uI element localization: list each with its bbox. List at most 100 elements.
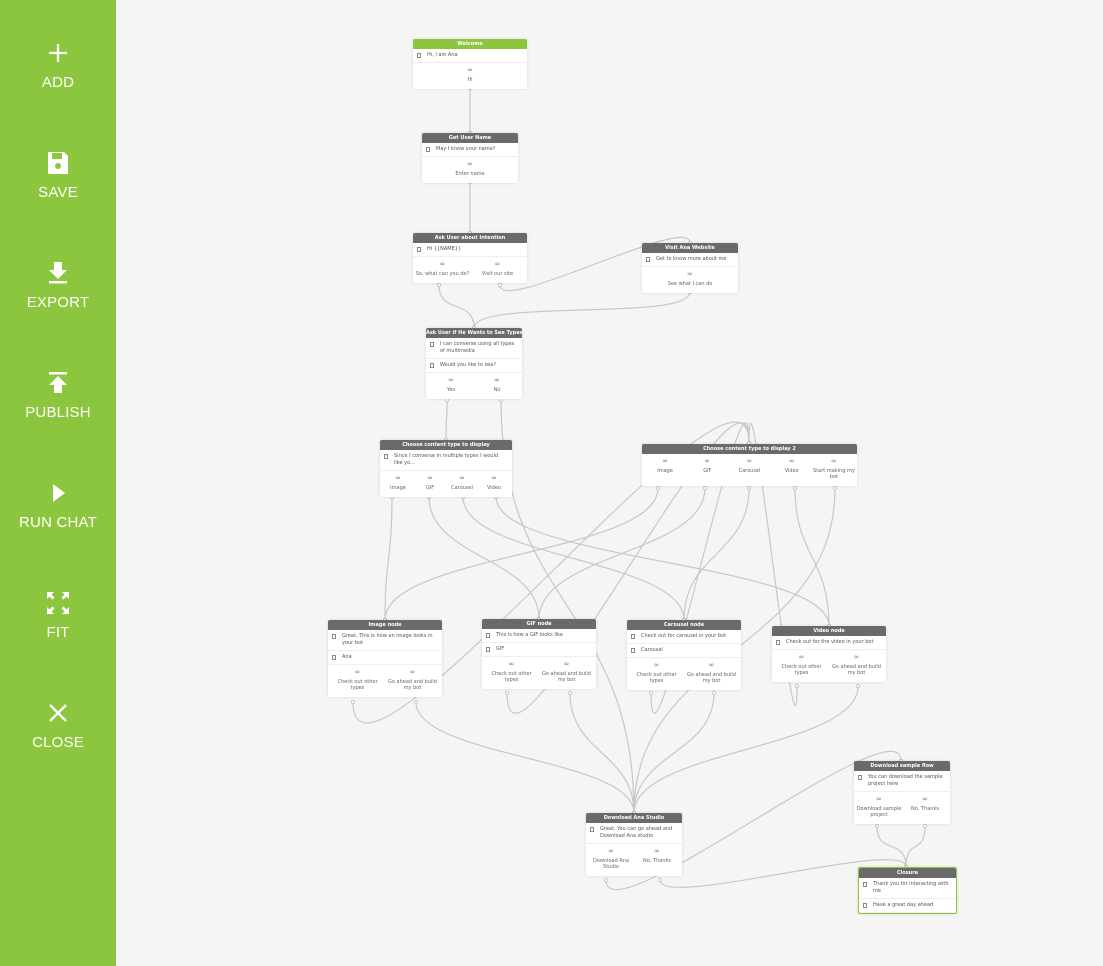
connection-port[interactable] <box>656 486 660 490</box>
node-button[interactable]: ∞ No, Thanks <box>902 796 948 818</box>
close-button[interactable]: CLOSE <box>0 698 116 778</box>
text-icon <box>426 147 430 152</box>
fit-button[interactable]: FIT <box>0 588 116 668</box>
link-icon: ∞ <box>427 474 433 482</box>
edge-line <box>415 701 635 814</box>
connection-port[interactable] <box>747 486 751 490</box>
node-title: Welcome <box>413 39 527 49</box>
node-button[interactable]: ∞ Go ahead and build my bot <box>829 653 884 677</box>
node-button[interactable]: ∞ Hi <box>415 67 525 84</box>
connection-port[interactable] <box>712 691 716 695</box>
connection-port[interactable] <box>856 684 860 688</box>
node-text: Would you like to see? <box>426 359 522 373</box>
connection-port[interactable] <box>649 691 653 695</box>
node-button[interactable]: ∞ Go ahead and build my bot <box>385 669 440 692</box>
node-button[interactable]: ∞ Yes <box>428 377 474 394</box>
node-button[interactable]: ∞ Check out other types <box>629 662 684 685</box>
connection-port[interactable] <box>793 486 797 490</box>
add-button[interactable]: ADD <box>0 38 116 118</box>
edge-line <box>462 496 685 621</box>
node-button[interactable]: ∞ See what I can do <box>644 271 736 288</box>
run-chat-button[interactable]: RUN CHAT <box>0 478 116 558</box>
node-button[interactable]: ∞ Start making my bot <box>813 458 855 481</box>
link-icon: ∞ <box>708 661 715 669</box>
connection-port[interactable] <box>658 878 662 882</box>
node-media: GIF <box>482 643 596 657</box>
connection-port[interactable] <box>414 700 418 704</box>
connection-port[interactable] <box>437 283 441 287</box>
link-icon: ∞ <box>494 260 501 268</box>
export-label: EXPORT <box>26 294 90 311</box>
link-icon: ∞ <box>788 457 795 465</box>
node-button[interactable]: ∞ Carousel <box>728 458 770 480</box>
node-button[interactable]: ∞ Enter name <box>424 161 516 178</box>
node-visit-website[interactable]: Visit Ana Website Get to know more about… <box>642 243 738 293</box>
node-closure[interactable]: Closure Thank you for interacting with m… <box>858 867 957 914</box>
connection-port[interactable] <box>351 700 355 704</box>
node-gif[interactable]: GIF node This is how a GIF looks like GI… <box>482 619 596 689</box>
node-button[interactable]: ∞ Video <box>478 474 510 492</box>
node-button[interactable]: ∞ Video <box>771 458 813 480</box>
node-choose-type-2[interactable]: Choose content type to display 2 ∞ Image … <box>642 444 857 486</box>
node-welcome[interactable]: Welcome Hi, I am Ana ∞ Hi <box>413 39 527 89</box>
connection-port[interactable] <box>923 824 927 828</box>
node-image[interactable]: Image node Great, This is how an image l… <box>328 620 442 697</box>
node-button[interactable]: ∞ Image <box>382 475 414 492</box>
link-icon: ∞ <box>354 668 361 676</box>
node-title: Carousel node <box>627 620 741 630</box>
node-button[interactable]: ∞ Download sample project <box>856 796 902 819</box>
export-button[interactable]: EXPORT <box>0 258 116 338</box>
connection-port[interactable] <box>604 878 608 882</box>
download-icon <box>49 262 67 284</box>
text-icon <box>631 634 635 639</box>
node-title: Choose content type to display <box>380 440 512 450</box>
upload-icon <box>49 372 67 393</box>
node-button[interactable]: ∞ Go ahead and build my bot <box>539 661 594 684</box>
node-ask-types[interactable]: Ask User if He Wants to See Types of I c… <box>426 328 522 399</box>
text-icon <box>430 363 434 368</box>
edge-line <box>633 692 715 814</box>
connection-port[interactable] <box>498 283 502 287</box>
sidebar: ADD SAVE EXPORT PUBLISH RUN CHAT FIT CLO… <box>0 0 116 966</box>
edge-line <box>569 692 635 814</box>
connection-port[interactable] <box>568 691 572 695</box>
floppy-disk-icon <box>48 152 68 174</box>
node-button[interactable]: ∞ Download Ana Studio <box>588 848 634 871</box>
node-text: You can download the sample project here <box>854 771 950 792</box>
node-button[interactable]: ∞ Image <box>644 458 686 480</box>
connection-port[interactable] <box>505 691 509 695</box>
connection-port[interactable] <box>833 486 837 490</box>
node-download-sample[interactable]: Download sample flow You can download th… <box>854 761 950 824</box>
node-button[interactable]: ∞ Check out other types <box>774 654 829 677</box>
text-icon <box>863 903 867 908</box>
gif-icon <box>486 647 490 652</box>
node-button[interactable]: ∞ GIF <box>414 474 446 492</box>
edge-line <box>794 487 830 627</box>
node-button[interactable]: ∞ No, Thanks <box>634 848 680 870</box>
node-video[interactable]: Video node Check out for the video in yo… <box>772 626 886 682</box>
edge-line <box>905 825 926 868</box>
node-download-studio[interactable]: Download Ana Studio Great, You can go ah… <box>586 813 682 876</box>
node-get-user-name[interactable]: Get User Name May I know your name? ∞ Ent… <box>422 133 518 183</box>
play-icon <box>53 484 65 502</box>
node-title: Visit Ana Website <box>642 243 738 253</box>
node-choose-type[interactable]: Choose content type to display Since I c… <box>380 440 512 497</box>
node-button[interactable]: ∞ Visit our site <box>470 260 525 278</box>
link-icon: ∞ <box>853 653 860 661</box>
node-ask-intention[interactable]: Ask User about Intention Hi {{NAME}} ∞ So… <box>413 233 527 283</box>
link-icon: ∞ <box>491 474 497 482</box>
node-button[interactable]: ∞ Carousel <box>446 474 478 492</box>
connection-port[interactable] <box>703 486 707 490</box>
node-carousel[interactable]: Carousel node Check out for carousel in … <box>627 620 741 690</box>
node-button[interactable]: ∞ GIF <box>686 458 728 480</box>
connection-port[interactable] <box>795 684 799 688</box>
link-icon: ∞ <box>459 474 465 482</box>
node-button[interactable]: ∞ So, what can you do? <box>415 261 470 278</box>
connection-port[interactable] <box>875 824 879 828</box>
node-button[interactable]: ∞ Check out other types <box>330 668 385 692</box>
node-button[interactable]: ∞ Go ahead and build my bot <box>684 661 739 685</box>
save-button[interactable]: SAVE <box>0 148 116 228</box>
publish-button[interactable]: PUBLISH <box>0 368 116 448</box>
node-button[interactable]: ∞ No <box>474 377 520 394</box>
node-button[interactable]: ∞ Check out other types <box>484 661 539 684</box>
